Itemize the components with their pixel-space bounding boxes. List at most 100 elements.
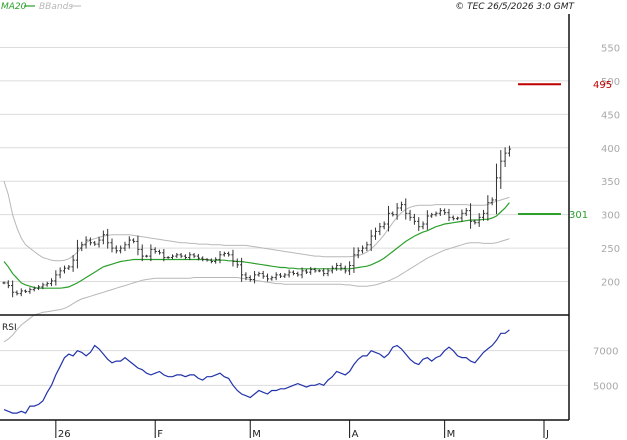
ohlc-bar bbox=[101, 230, 105, 245]
ohlc-bar bbox=[274, 272, 278, 281]
ohlc-bar bbox=[71, 255, 75, 272]
ohlc-bar bbox=[209, 258, 213, 264]
price-y-tick-label: 300 bbox=[601, 211, 620, 222]
rsi-line bbox=[3, 329, 510, 414]
ohlc-bar bbox=[45, 281, 49, 287]
ohlc-bar bbox=[430, 212, 434, 218]
ohlc-bar bbox=[58, 267, 62, 279]
ohlc-bar bbox=[330, 265, 334, 274]
ohlc-bar bbox=[127, 236, 131, 249]
x-axis: 26 F M A M J bbox=[55, 420, 549, 440]
ohlc-bar bbox=[62, 265, 67, 274]
stock-chart: 200250300350400450500550 495 301 MA20 BB… bbox=[0, 2, 620, 440]
ohlc-bar bbox=[304, 269, 308, 274]
ohlc-bar bbox=[443, 208, 447, 215]
ohlc-bar bbox=[67, 265, 71, 270]
ohlc-bar bbox=[434, 211, 438, 217]
x-tick-label: M bbox=[252, 429, 261, 440]
price-y-tick-label: 200 bbox=[601, 278, 620, 289]
ohlc-bar bbox=[352, 247, 356, 273]
ohlc-bar bbox=[11, 280, 15, 298]
ohlc-bar bbox=[140, 244, 144, 262]
ohlc-bar bbox=[490, 197, 494, 206]
ohlc-bar bbox=[270, 275, 274, 281]
ohlc-bar bbox=[192, 252, 196, 258]
ohlc-bar bbox=[175, 252, 179, 258]
ohlc-bar bbox=[132, 238, 136, 244]
ma20-line bbox=[3, 202, 510, 289]
ohlc-bar bbox=[309, 266, 313, 275]
ohlc-bar bbox=[373, 227, 378, 240]
ohlc-bar bbox=[114, 245, 118, 254]
ohlc-bar bbox=[326, 268, 330, 277]
ohlc-bar bbox=[231, 249, 235, 267]
rsi-title: RSI bbox=[2, 323, 17, 333]
ohlc-bar bbox=[494, 163, 499, 215]
bbands-lower-line bbox=[3, 238, 510, 343]
ohlc-bar bbox=[283, 273, 287, 279]
ohlc-bar bbox=[360, 245, 365, 254]
resistance-label: 495 bbox=[593, 80, 612, 91]
price-panel: 200250300350400450500550 495 301 bbox=[0, 43, 620, 343]
ohlc-bar bbox=[460, 209, 464, 222]
ohlc-bar bbox=[54, 270, 58, 286]
ohlc-bar bbox=[261, 270, 265, 279]
legend-bbands: BBands bbox=[39, 2, 73, 12]
ohlc-bar bbox=[499, 150, 503, 189]
ohlc-bar bbox=[296, 271, 300, 277]
ohlc-bar bbox=[205, 258, 209, 262]
ohlc-bar bbox=[278, 273, 283, 279]
ohlc-bar bbox=[248, 275, 252, 282]
ohlc-bar bbox=[395, 202, 399, 220]
ohlc-bar bbox=[218, 250, 222, 264]
ohlc-bar bbox=[227, 251, 231, 257]
bbands-upper-line bbox=[3, 181, 510, 262]
ohlc-bar bbox=[201, 256, 205, 262]
price-y-tick-label: 550 bbox=[601, 43, 620, 54]
price-y-tick-label: 400 bbox=[601, 144, 620, 155]
price-y-tick-label: 450 bbox=[601, 110, 620, 121]
ohlc-bar bbox=[222, 251, 226, 257]
x-tick-label: M bbox=[447, 429, 456, 440]
ohlc-bar bbox=[136, 235, 140, 256]
ohlc-bar bbox=[365, 241, 369, 252]
ohlc-bar bbox=[399, 201, 404, 211]
ohlc-bar bbox=[417, 217, 421, 231]
ohlc-bar bbox=[93, 240, 97, 246]
ohlc-bar bbox=[317, 269, 321, 273]
ohlc-bar bbox=[119, 245, 123, 254]
ohlc-bar bbox=[378, 222, 382, 236]
rsi-panel: 5000 7000 RSI bbox=[0, 323, 618, 414]
ohlc-bar bbox=[106, 228, 110, 249]
legend: MA20 BBands bbox=[1, 2, 81, 12]
ohlc-bar bbox=[291, 270, 296, 276]
ohlc-bar bbox=[15, 290, 19, 296]
ohlc-bar bbox=[170, 254, 175, 260]
ohlc-bar bbox=[456, 216, 460, 221]
rsi-y-tick-label: 5000 bbox=[593, 381, 618, 392]
x-tick-label: J bbox=[545, 429, 549, 440]
ohlc-bar bbox=[149, 244, 153, 262]
ohlc-bar bbox=[335, 262, 339, 271]
ohlc-bar bbox=[486, 195, 490, 221]
ohlc-bar bbox=[49, 278, 54, 287]
ohlc-bar bbox=[24, 289, 28, 293]
ohlc-bar bbox=[157, 249, 162, 255]
price-grid bbox=[0, 46, 569, 283]
rsi-y-tick-label: 7000 bbox=[593, 347, 618, 358]
ohlc-bar bbox=[421, 221, 425, 230]
price-ohlc-bars bbox=[2, 145, 512, 298]
ohlc-bar bbox=[166, 256, 170, 259]
ohlc-bar bbox=[468, 203, 473, 229]
ohlc-bar bbox=[123, 241, 127, 252]
ohlc-bar bbox=[287, 269, 291, 278]
ohlc-bar bbox=[257, 271, 261, 277]
ohlc-bar bbox=[265, 273, 270, 282]
price-y-tick-label: 350 bbox=[601, 177, 620, 188]
price-y-tick-label: 250 bbox=[601, 244, 620, 255]
ohlc-bar bbox=[88, 237, 92, 246]
ohlc-bar bbox=[391, 211, 395, 217]
ohlc-bar bbox=[382, 221, 386, 230]
ohlc-bar bbox=[343, 265, 347, 274]
support-label: 301 bbox=[569, 210, 588, 221]
